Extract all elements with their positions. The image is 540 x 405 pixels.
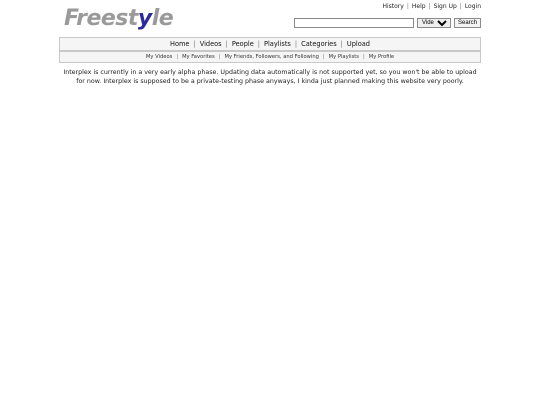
nav-upload[interactable]: Upload bbox=[347, 40, 370, 48]
nav-videos[interactable]: Videos bbox=[200, 40, 222, 48]
sub-nav: My Videos | My Favorites | My Friends, Follo… bbox=[59, 51, 481, 63]
search-input[interactable] bbox=[293, 18, 414, 28]
nav-people[interactable]: People bbox=[232, 40, 254, 48]
nav-home[interactable]: Home bbox=[170, 40, 189, 48]
search-bar: Videos Search bbox=[293, 18, 481, 28]
subnav-my-videos[interactable]: My Videos bbox=[146, 54, 172, 60]
login-link[interactable]: Login bbox=[465, 3, 481, 10]
nav-categories[interactable]: Categories bbox=[301, 40, 337, 48]
alpha-notice: Interplex is currently in a very early a… bbox=[63, 69, 477, 85]
main-nav: Home | Videos | People | Playlists | Categories |… bbox=[59, 37, 481, 51]
sign-up-link[interactable]: Sign Up bbox=[434, 3, 457, 10]
subnav-my-playlists[interactable]: My Playlists bbox=[329, 54, 359, 60]
top-links: History | Help | Sign Up | Login bbox=[382, 3, 481, 10]
subnav-my-favorites[interactable]: My Favorites bbox=[182, 54, 215, 60]
history-link[interactable]: History bbox=[382, 3, 403, 10]
logo-text: Freestyle bbox=[64, 6, 174, 31]
subnav-my-profile[interactable]: My Profile bbox=[369, 54, 394, 60]
site-logo[interactable]: Freestyle bbox=[64, 6, 174, 32]
nav-playlists[interactable]: Playlists bbox=[264, 40, 291, 48]
search-scope-select[interactable]: Videos bbox=[416, 18, 451, 28]
search-button[interactable]: Search bbox=[453, 18, 481, 28]
help-link[interactable]: Help bbox=[412, 3, 426, 10]
subnav-my-friends[interactable]: My Friends, Followers, and Following bbox=[224, 54, 318, 60]
